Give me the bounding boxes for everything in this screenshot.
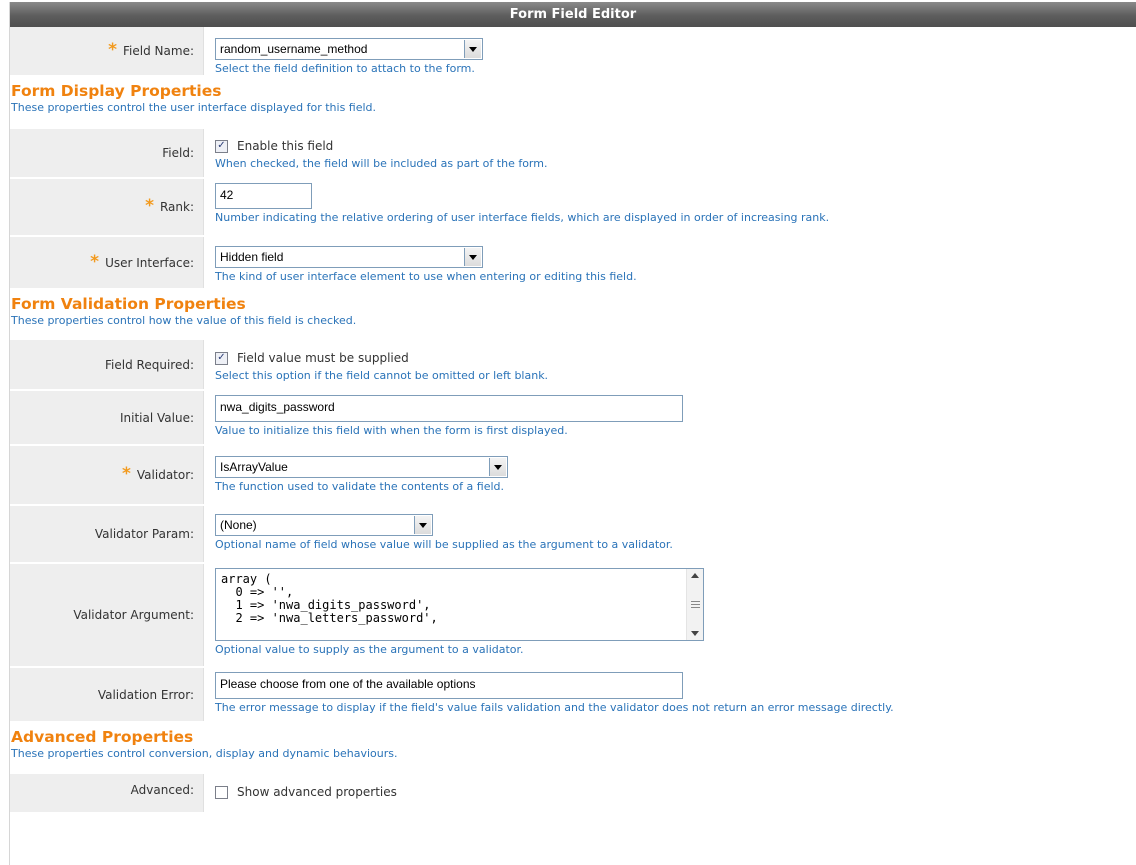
validation-properties-section: Form Validation Properties These propert… [10, 290, 1136, 340]
user-interface-row: * User Interface: Hidden field The kind … [10, 237, 1136, 290]
field-enable-row: Field: ✓ Enable this field When checked,… [10, 129, 1136, 179]
validator-label: * Validator: [10, 446, 204, 504]
validator-value: IsArrayValue [220, 460, 288, 474]
section-description: These properties control conversion, dis… [11, 747, 398, 760]
validator-argument-label: Validator Argument: [10, 564, 204, 666]
user-interface-select[interactable]: Hidden field [215, 246, 483, 268]
section-title: Form Display Properties [11, 82, 222, 100]
field-name-label: * Field Name: [10, 27, 204, 75]
advanced-content: Show advanced properties [204, 774, 1136, 812]
section-title: Form Validation Properties [11, 295, 246, 313]
initial-value-label-text: Initial Value: [119, 410, 194, 425]
initial-value-input[interactable]: nwa_digits_password [215, 395, 683, 422]
field-required-text: Field value must be supplied [237, 351, 409, 365]
field-name-value: random_username_method [220, 42, 368, 56]
validator-param-content: (None) Optional name of field whose valu… [204, 506, 1136, 562]
validator-select[interactable]: IsArrayValue [215, 456, 508, 478]
user-interface-help: The kind of user interface element to us… [215, 270, 637, 283]
validator-argument-value: array ( 0 => '', 1 => 'nwa_digits_passwo… [221, 572, 438, 625]
validator-param-label: Validator Param: [10, 506, 204, 562]
validator-argument-row: Validator Argument: array ( 0 => '', 1 =… [10, 564, 1136, 668]
validator-param-help: Optional name of field whose value will … [215, 538, 673, 551]
field-required-label-text: Field Required: [105, 357, 194, 372]
validator-row: * Validator: IsArrayValue The function u… [10, 446, 1136, 506]
initial-value-help: Value to initialize this field with when… [215, 424, 568, 437]
rank-label: * Rank: [10, 179, 204, 235]
field-enable-content: ✓ Enable this field When checked, the fi… [204, 129, 1136, 177]
required-marker: * [108, 40, 118, 60]
required-marker: * [145, 196, 154, 216]
rank-help: Number indicating the relative ordering … [215, 211, 830, 224]
validator-label-text: Validator: [136, 468, 194, 482]
scroll-up-icon[interactable] [691, 573, 699, 578]
editor-title: Form Field Editor [10, 2, 1136, 27]
validator-argument-content: array ( 0 => '', 1 => 'nwa_digits_passwo… [204, 564, 1136, 666]
user-interface-label-text: User Interface: [105, 255, 194, 270]
chevron-down-icon[interactable] [464, 248, 481, 266]
field-enable-label-text: Field: [162, 146, 194, 160]
validator-param-label-text: Validator Param: [94, 527, 194, 541]
validator-param-value: (None) [220, 518, 257, 532]
show-advanced-checkbox[interactable] [215, 785, 228, 799]
user-interface-label: * User Interface: [10, 237, 204, 288]
advanced-label: Advanced: [10, 774, 204, 812]
chevron-down-icon[interactable] [489, 458, 506, 476]
rank-label-text: Rank: [159, 200, 194, 214]
rank-row: * Rank: 42 Number indicating the relativ… [10, 179, 1136, 237]
field-required-checkbox[interactable]: ✓ [215, 351, 228, 365]
textarea-scrollbar[interactable] [686, 569, 703, 640]
validator-argument-textarea[interactable]: array ( 0 => '', 1 => 'nwa_digits_passwo… [215, 568, 704, 641]
validator-content: IsArrayValue The function used to valida… [204, 446, 1136, 504]
display-properties-section: Form Display Properties These properties… [10, 77, 1136, 129]
scroll-down-icon[interactable] [691, 631, 699, 636]
form-field-editor: Form Field Editor * Field Name: random_u… [9, 2, 1136, 865]
field-required-label: Field Required: [10, 340, 204, 389]
show-advanced-text: Show advanced properties [237, 785, 397, 799]
validation-error-label-text: Validation Error: [97, 687, 194, 702]
enable-field-text: Enable this field [237, 139, 334, 153]
field-required-help: Select this option if the field cannot b… [215, 369, 549, 382]
field-enable-label: Field: [10, 129, 204, 177]
field-name-content: random_username_method Select the field … [204, 27, 1136, 75]
field-name-label-text: Field Name: [123, 44, 194, 58]
validator-param-row: Validator Param: (None) Optional name of… [10, 506, 1136, 564]
section-description: These properties control the user interf… [11, 101, 377, 114]
validation-error-row: Validation Error: Please choose from one… [10, 668, 1136, 723]
initial-value-content: nwa_digits_password Value to initialize … [204, 391, 1136, 444]
user-interface-value: Hidden field [220, 250, 284, 264]
rank-input[interactable]: 42 [215, 183, 312, 209]
chevron-down-icon[interactable] [414, 516, 431, 534]
advanced-label-text: Advanced: [130, 783, 194, 797]
validation-error-help: The error message to display if the fiel… [215, 701, 894, 714]
field-enable-help: When checked, the field will be included… [215, 157, 548, 170]
field-name-help: Select the field definition to attach to… [215, 62, 475, 75]
validation-error-label: Validation Error: [10, 668, 204, 721]
initial-value-label: Initial Value: [10, 391, 204, 444]
chevron-down-icon[interactable] [464, 40, 481, 58]
field-name-row: * Field Name: random_username_method Sel… [10, 27, 1136, 77]
rank-content: 42 Number indicating the relative orderi… [204, 179, 1136, 235]
validator-argument-label-text: Validator Argument: [73, 608, 194, 622]
field-required-row: Field Required: ✓ Field value must be su… [10, 340, 1136, 391]
advanced-properties-section: Advanced Properties These properties con… [10, 723, 1136, 774]
validation-error-content: Please choose from one of the available … [204, 668, 1136, 721]
enable-field-checkbox[interactable]: ✓ [215, 139, 228, 153]
validator-argument-help: Optional value to supply as the argument… [215, 643, 524, 656]
section-description: These properties control how the value o… [11, 314, 357, 327]
section-title: Advanced Properties [11, 728, 194, 746]
field-name-select[interactable]: random_username_method [215, 38, 483, 60]
required-marker: * [122, 464, 131, 484]
required-marker: * [90, 251, 100, 272]
scroll-grip-icon[interactable] [690, 601, 700, 608]
user-interface-content: Hidden field The kind of user interface … [204, 237, 1136, 288]
validator-help: The function used to validate the conten… [215, 480, 504, 493]
initial-value-row: Initial Value: nwa_digits_password Value… [10, 391, 1136, 446]
validator-param-select[interactable]: (None) [215, 514, 433, 536]
validation-error-input[interactable]: Please choose from one of the available … [215, 672, 683, 699]
advanced-row: Advanced: Show advanced properties [10, 774, 1136, 814]
field-required-content: ✓ Field value must be supplied Select th… [204, 340, 1136, 389]
